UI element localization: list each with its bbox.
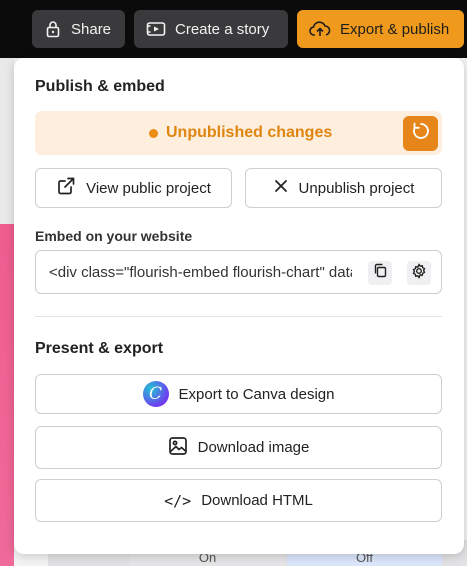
embed-code-field[interactable]: <div class="flourish-embed flourish-char… [35, 250, 442, 294]
image-icon [168, 436, 188, 460]
export-canva-label: Export to Canva design [178, 385, 335, 403]
status-dot [149, 129, 158, 138]
republish-button[interactable] [403, 116, 438, 151]
export-publish-button[interactable]: Export & publish [297, 10, 464, 48]
embed-heading: Embed on your website [35, 228, 193, 244]
download-html-label: Download HTML [201, 492, 313, 509]
copy-embed-button[interactable] [368, 261, 392, 285]
gear-icon [411, 262, 427, 284]
background-chart-strip [0, 224, 14, 566]
view-public-project-label: View public project [86, 179, 211, 197]
top-toolbar: Share Create a story Export & publish [0, 0, 467, 58]
copy-icon [373, 263, 388, 283]
lock-icon [44, 20, 62, 38]
close-icon [273, 178, 289, 198]
share-button[interactable]: Share [32, 10, 125, 48]
unpublish-project-button[interactable]: Unpublish project [245, 168, 442, 208]
unpublish-project-label: Unpublish project [298, 179, 415, 197]
cloud-upload-icon [309, 20, 331, 38]
embed-settings-button[interactable] [407, 261, 431, 285]
export-label: Export & publish [340, 20, 450, 38]
export-canva-button[interactable]: C Export to Canva design [35, 374, 442, 414]
unpublished-status-bar: Unpublished changes [35, 111, 442, 155]
canva-logo: C [142, 381, 169, 407]
download-image-label: Download image [197, 439, 310, 456]
download-html-button[interactable]: </> Download HTML [35, 479, 442, 522]
create-story-button[interactable]: Create a story [134, 10, 288, 48]
present-export-heading: Present & export [35, 340, 164, 357]
download-image-button[interactable]: Download image [35, 426, 442, 469]
view-public-project-button[interactable]: View public project [35, 168, 232, 208]
story-icon [146, 20, 166, 38]
publish-embed-heading: Publish & embed [35, 78, 165, 95]
status-text: Unpublished changes [166, 124, 333, 141]
code-icon: </> [164, 491, 192, 510]
story-label: Create a story [175, 20, 270, 38]
share-label: Share [71, 20, 112, 38]
external-link-icon [56, 176, 76, 200]
export-publish-popover: Publish & embed Unpublished changes View… [14, 58, 464, 554]
refresh-icon [411, 121, 431, 146]
embed-code-text[interactable]: <div class="flourish-embed flourish-char… [49, 264, 352, 281]
section-divider [35, 316, 442, 317]
